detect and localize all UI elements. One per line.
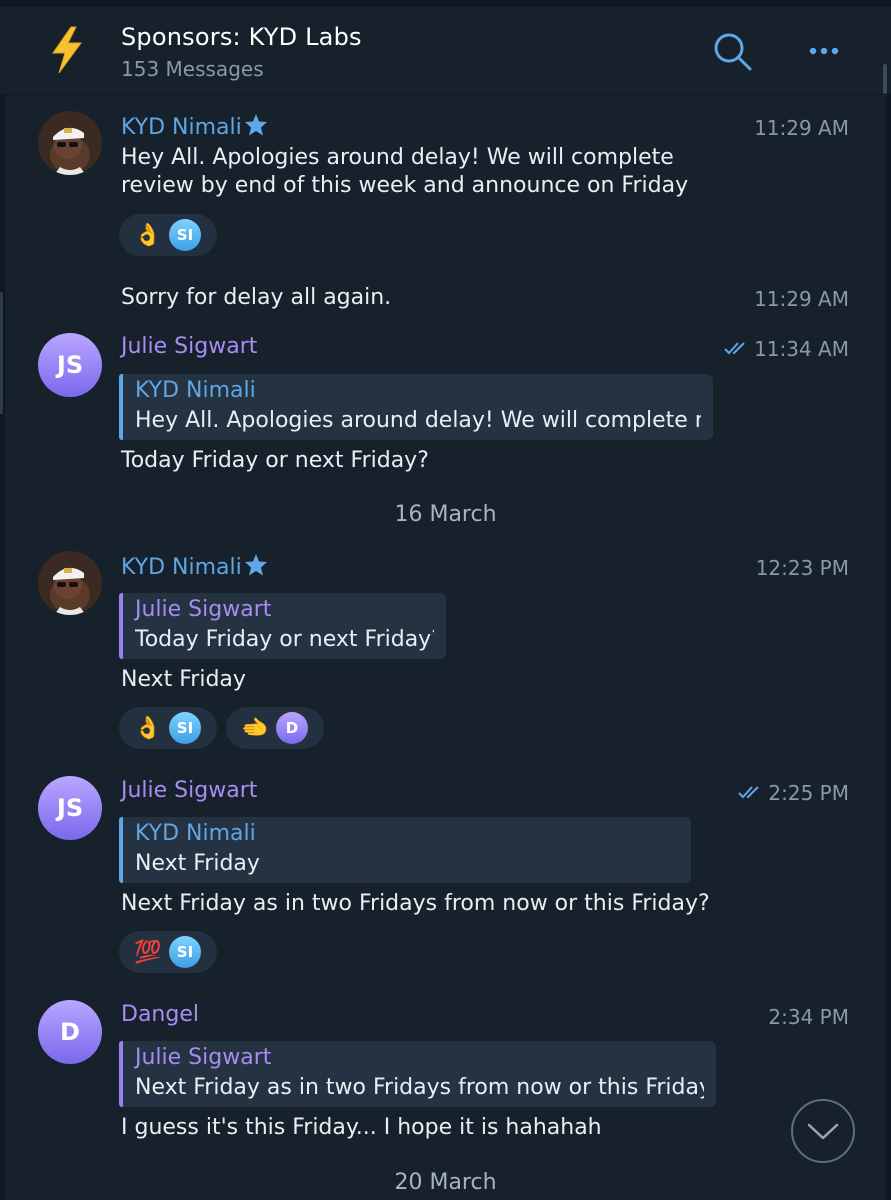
reply-sender: KYD Nimali <box>135 378 256 403</box>
avatar-dangel[interactable]: D <box>38 1000 102 1064</box>
reactor-avatar: SI <box>169 219 201 251</box>
message-text: Sorry for delay all again. <box>121 285 392 310</box>
message-time: 2:34 PM <box>768 1005 849 1029</box>
search-icon <box>714 33 752 71</box>
hand-emoji: 🫲 <box>241 715 269 741</box>
sender-name: KYD Nimali <box>121 115 242 140</box>
sender-name: KYD Nimali <box>121 555 242 580</box>
message-sender[interactable]: KYD Nimali <box>121 553 268 580</box>
reaction-chip[interactable]: 👌 SI <box>119 214 217 256</box>
scroll-to-bottom-button[interactable] <box>791 1099 855 1163</box>
message-sender[interactable]: KYD Nimali <box>121 113 268 140</box>
left-panel-edge <box>0 94 5 1200</box>
lightning-bolt-icon <box>52 26 82 74</box>
reply-sender: Julie Sigwart <box>135 597 272 622</box>
reply-text: Today Friday or next Friday? <box>135 627 434 652</box>
ok-hand-emoji: 👌 <box>134 715 162 741</box>
reaction-chip[interactable]: 🫲 D <box>226 707 324 749</box>
sender-name[interactable]: Julie Sigwart <box>121 778 257 803</box>
message-text: Next Friday as in two Fridays from now o… <box>121 891 710 916</box>
reactor-avatar: D <box>276 712 308 744</box>
message-time: 12:23 PM <box>755 556 849 580</box>
double-check-icon <box>738 786 760 799</box>
more-icon <box>809 47 839 55</box>
left-panel-indicator <box>0 292 3 414</box>
reply-text: Next Friday <box>135 851 260 876</box>
chevron-down-icon <box>807 1123 839 1140</box>
more-options-button[interactable] <box>802 29 846 73</box>
reactor-avatar: SI <box>169 712 201 744</box>
chat-header[interactable]: Sponsors: KYD Labs 153 Messages <box>5 7 886 95</box>
search-button[interactable] <box>710 29 754 73</box>
reaction-chip[interactable]: 💯 SI <box>119 931 217 973</box>
date-separator: 16 March <box>394 502 497 527</box>
message-time-row: 11:34 AM <box>724 337 849 361</box>
reply-sender: Julie Sigwart <box>135 1045 272 1070</box>
window-top-strip <box>0 0 891 7</box>
profile-photo <box>38 551 102 615</box>
message-count: 153 Messages <box>121 57 264 81</box>
avatar-kyd-nimali[interactable] <box>38 111 102 175</box>
message-time: 11:34 AM <box>754 337 849 361</box>
reply-text: Hey All. Apologies around delay! We will… <box>135 408 701 433</box>
reply-preview[interactable]: KYD Nimali Hey All. Apologies around del… <box>119 374 713 440</box>
reply-preview[interactable]: KYD Nimali Next Friday <box>119 817 691 883</box>
avatar-julie-sigwart[interactable]: JS <box>38 776 102 840</box>
reply-preview[interactable]: Julie Sigwart Next Friday as in two Frid… <box>119 1041 716 1107</box>
ok-hand-emoji: 👌 <box>134 222 162 248</box>
message-text: I guess it's this Friday... I hope it is… <box>121 1115 602 1140</box>
premium-star-icon <box>244 114 267 136</box>
message-text: Next Friday <box>121 667 246 692</box>
reactor-avatar: SI <box>169 936 201 968</box>
sender-name[interactable]: Dangel <box>121 1002 199 1027</box>
date-separator: 20 March <box>394 1170 497 1195</box>
message-text: Today Friday or next Friday? <box>121 448 429 473</box>
premium-star-icon <box>244 554 267 576</box>
hundred-points-emoji: 💯 <box>134 939 162 965</box>
reply-preview[interactable]: Julie Sigwart Today Friday or next Frida… <box>119 593 446 659</box>
sender-name[interactable]: Julie Sigwart <box>121 334 257 359</box>
reaction-chip[interactable]: 👌 SI <box>119 707 217 749</box>
chat-title: Sponsors: KYD Labs <box>121 23 362 51</box>
message-time: 11:29 AM <box>754 287 849 311</box>
message-text: Hey All. Apologies around delay! We will… <box>121 145 674 170</box>
message-time-row: 2:25 PM <box>738 781 849 805</box>
scrollbar-thumb[interactable] <box>883 64 887 94</box>
message-time: 11:29 AM <box>754 116 849 140</box>
message-time: 2:25 PM <box>768 781 849 805</box>
avatar-kyd-nimali[interactable] <box>38 551 102 615</box>
right-panel-edge <box>886 94 891 1200</box>
reply-text: Next Friday as in two Fridays from now o… <box>135 1075 704 1100</box>
avatar-julie-sigwart[interactable]: JS <box>38 333 102 397</box>
profile-photo <box>38 111 102 175</box>
message-text: review by end of this week and announce … <box>121 173 689 198</box>
double-check-icon <box>724 342 745 355</box>
reply-sender: KYD Nimali <box>135 821 256 846</box>
